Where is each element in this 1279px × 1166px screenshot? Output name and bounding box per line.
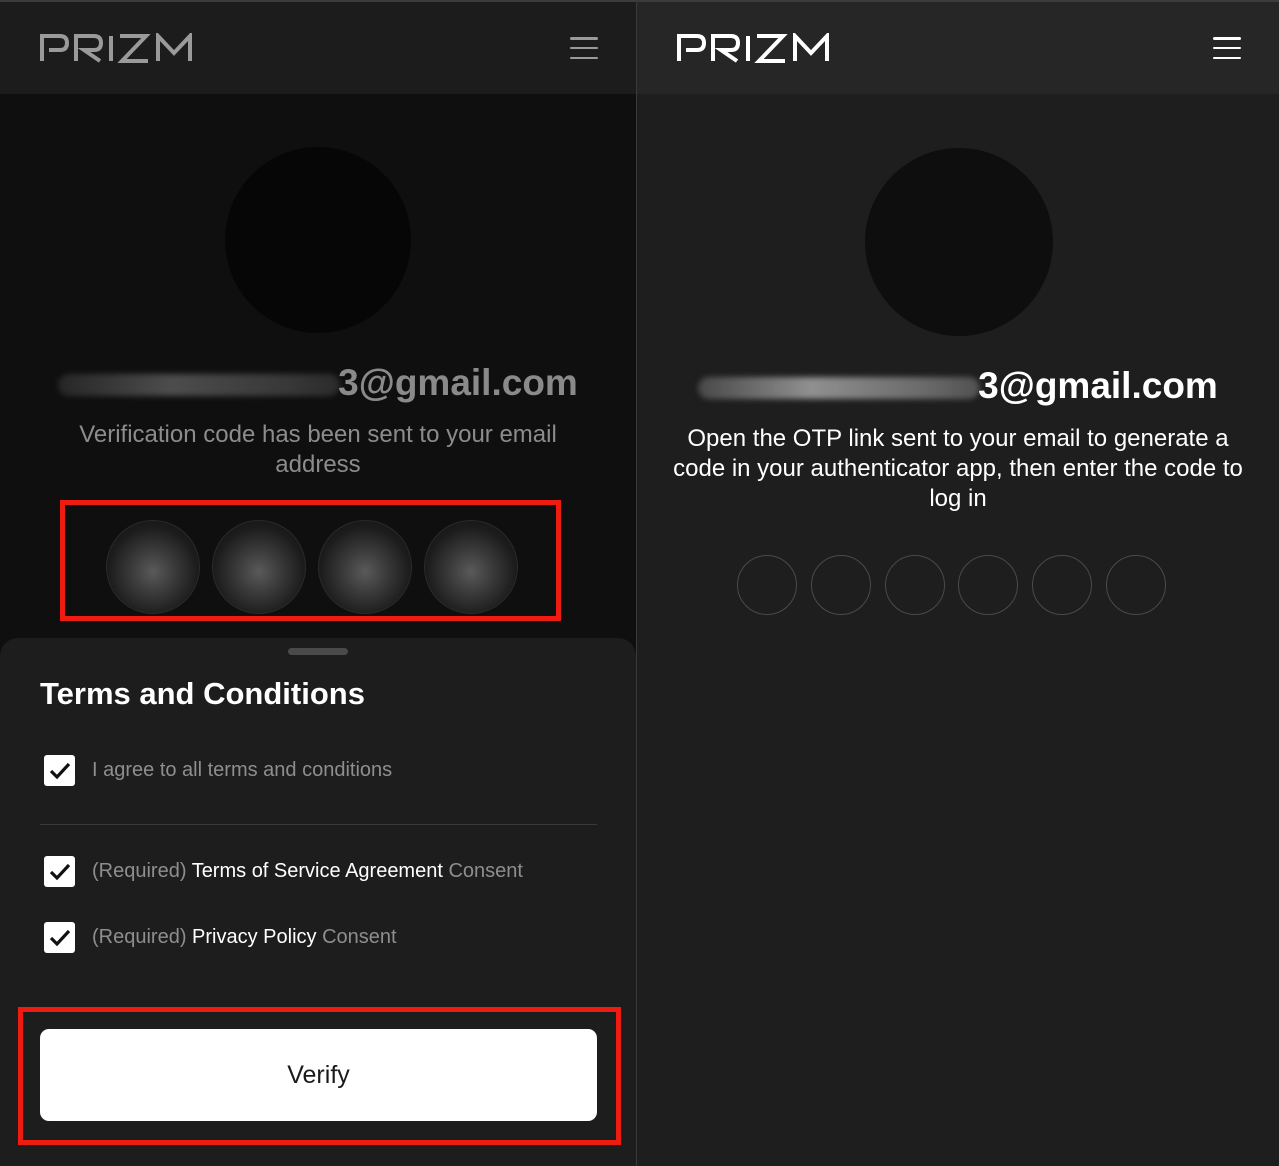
prizm-logo [677, 33, 829, 63]
agree-all-label: I agree to all terms and conditions [92, 759, 393, 781]
code-input-highlight-box [60, 500, 561, 621]
checkmark-icon [49, 863, 70, 880]
checkmark-icon [49, 929, 70, 946]
profile-avatar [865, 148, 1053, 336]
email-redacted-blur [58, 374, 341, 397]
terms-of-service-label: (Required) Terms of Service Agreement Co… [92, 860, 523, 883]
consent-suffix: Consent [448, 860, 523, 882]
email-address: 3@gmail.com [637, 365, 1279, 407]
privacy-policy-row[interactable]: (Required) Privacy Policy Consent [44, 922, 397, 953]
terms-of-service-row[interactable]: (Required) Terms of Service Agreement Co… [44, 856, 523, 887]
terms-of-service-checkbox[interactable] [44, 856, 75, 887]
privacy-policy-checkbox[interactable] [44, 922, 75, 953]
checkmark-icon [49, 762, 70, 779]
otp-digit-2[interactable] [811, 555, 871, 615]
email-address: 3@gmail.com [0, 362, 636, 404]
sheet-drag-handle[interactable] [288, 648, 348, 655]
otp-instructions: Open the OTP link sent to your email to … [673, 425, 1243, 512]
header-bar [0, 0, 636, 94]
privacy-policy-link[interactable]: Privacy Policy [192, 926, 316, 948]
terms-of-service-link[interactable]: Terms of Service Agreement [192, 860, 443, 882]
required-prefix: (Required) [92, 860, 187, 882]
left-screen: 3@gmail.com Verification code has been s… [0, 0, 636, 1166]
otp-digit-3[interactable] [885, 555, 945, 615]
otp-digit-1[interactable] [737, 555, 797, 615]
consent-suffix: Consent [322, 926, 397, 948]
header-bar [637, 0, 1279, 94]
agree-all-row[interactable]: I agree to all terms and conditions [44, 755, 392, 786]
verification-message: Verification code has been sent to your … [79, 421, 557, 478]
divider [40, 824, 597, 825]
privacy-policy-label: (Required) Privacy Policy Consent [92, 926, 397, 949]
email-visible-part: 3@gmail.com [978, 365, 1218, 406]
otp-digit-4[interactable] [958, 555, 1018, 615]
email-redacted-blur [698, 377, 981, 400]
agree-all-checkbox[interactable] [44, 755, 75, 786]
email-visible-part: 3@gmail.com [338, 362, 578, 403]
terms-title: Terms and Conditions [40, 676, 365, 711]
menu-hamburger-icon[interactable] [1213, 37, 1241, 59]
otp-digit-6[interactable] [1106, 555, 1166, 615]
profile-avatar [225, 147, 411, 333]
required-prefix: (Required) [92, 926, 187, 948]
prizm-logo [40, 33, 192, 63]
menu-hamburger-icon[interactable] [570, 37, 598, 59]
right-screen: 3@gmail.com Open the OTP link sent to yo… [637, 0, 1279, 1166]
verify-button-highlight-box [18, 1007, 621, 1145]
otp-digit-5[interactable] [1032, 555, 1092, 615]
